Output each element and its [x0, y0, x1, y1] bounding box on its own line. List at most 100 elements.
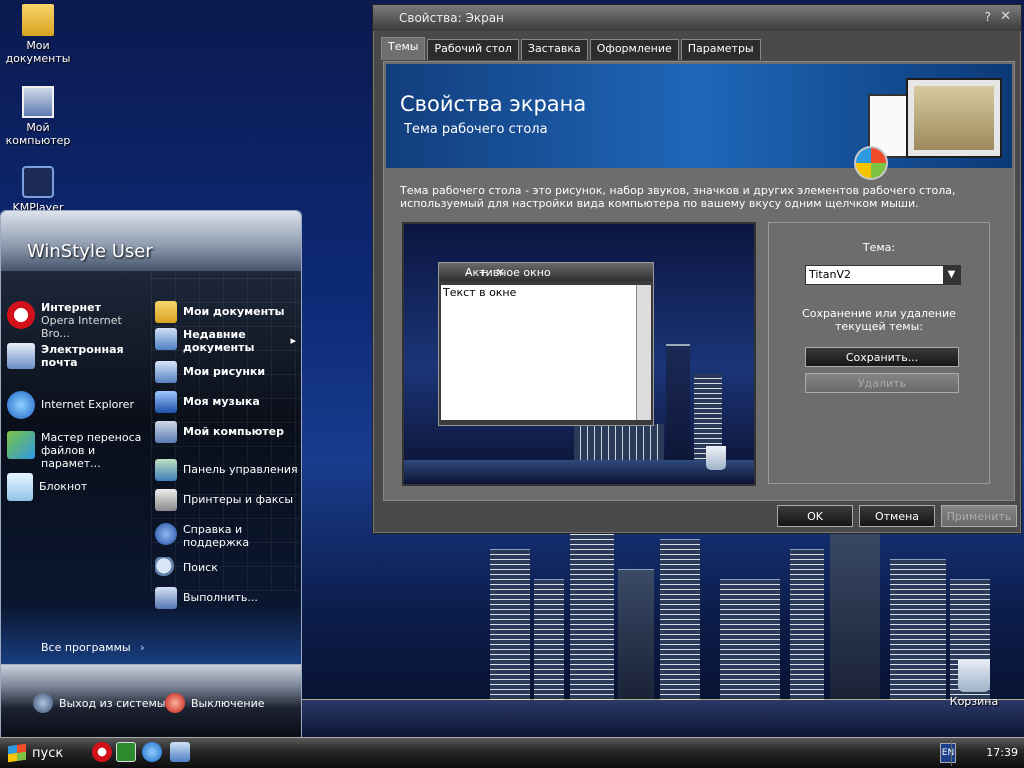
tab-desktop[interactable]: Рабочий стол [427, 39, 519, 60]
start-item-label: Справка и поддержка [183, 523, 250, 549]
start-item-my-music[interactable]: Моя музыка [155, 391, 260, 413]
preview-window-body: Текст в окне [441, 285, 636, 420]
chevron-down-icon: ▼ [943, 266, 960, 284]
logoff-button[interactable]: Выход из системы [33, 693, 165, 713]
start-button[interactable]: пуск [0, 740, 84, 766]
start-item-internet-explorer[interactable]: Internet Explorer [7, 391, 147, 419]
desktop-icon-label: Мой компьютер [5, 121, 71, 147]
folder-icon [155, 301, 177, 323]
delete-theme-button[interactable]: Удалить [805, 373, 959, 393]
search-icon [155, 557, 177, 579]
dialog-title: Свойства: Экран [399, 11, 504, 25]
theme-select[interactable]: TitanV2 ▼ [805, 265, 961, 285]
start-item-my-pictures[interactable]: Мои рисунки [155, 361, 265, 383]
control-panel-icon [155, 459, 177, 481]
start-item-run[interactable]: Выполнить... [155, 587, 258, 609]
windows-flag-icon [8, 743, 26, 763]
banner-subtitle: Тема рабочего стола [404, 122, 548, 137]
start-item-help[interactable]: Справка и поддержка [155, 523, 255, 549]
theme-preview: Активное окно –+✕ Текст в окне [402, 222, 756, 486]
close-icon[interactable]: ✕ [1000, 9, 1011, 24]
window-controls-icon: –+✕ [465, 266, 513, 279]
show-desktop-icon[interactable] [170, 742, 190, 762]
pictures-icon [155, 361, 177, 383]
desktop-icon-label: Мои документы [5, 39, 71, 65]
recycle-bin-icon [706, 446, 726, 470]
app-icon[interactable] [116, 742, 136, 762]
notepad-icon [7, 473, 33, 501]
recent-documents-icon [155, 328, 177, 350]
theme-description: Тема рабочего стола - это рисунок, набор… [400, 184, 956, 210]
start-menu-header: WinStyle User [1, 211, 301, 271]
logoff-label: Выход из системы [59, 696, 166, 710]
preview-scrollbar [636, 285, 651, 420]
dialog-titlebar[interactable]: Свойства: Экран ? ✕ [373, 5, 1021, 31]
start-item-email[interactable]: Электронная почта [7, 343, 137, 369]
taskbar: пуск EN 17:39 [0, 737, 1024, 768]
start-item-printers[interactable]: Принтеры и факсы [155, 489, 293, 511]
desktop-icon-kmplayer[interactable]: KMPlayer [0, 166, 76, 214]
start-item-label: Мои рисунки [183, 365, 266, 378]
start-item-label: Принтеры и факсы [183, 493, 294, 506]
start-item-transfer-wizard[interactable]: Мастер переноса файлов и парамет... [7, 431, 151, 470]
start-item-title: Интернет [41, 301, 101, 314]
monitor-icon [906, 78, 1002, 158]
start-item-search[interactable]: Поиск [155, 557, 218, 579]
start-item-label: Мои документы [183, 305, 285, 318]
start-item-my-computer[interactable]: Мой компьютер [155, 421, 284, 443]
start-item-subtitle: Opera Internet Bro... [41, 314, 122, 340]
ok-button[interactable]: OK [777, 505, 853, 527]
clock[interactable]: 17:39 [986, 746, 1018, 759]
display-properties-dialog: Свойства: Экран ? ✕ Темы Рабочий стол За… [372, 4, 1022, 534]
tab-themes[interactable]: Темы [381, 37, 426, 60]
music-icon [155, 391, 177, 413]
shutdown-label: Выключение [191, 696, 265, 710]
internet-explorer-icon [7, 391, 35, 419]
logoff-icon [33, 693, 53, 713]
recycle-bin-icon [958, 660, 990, 692]
tab-screensaver[interactable]: Заставка [520, 39, 588, 60]
start-item-control-panel[interactable]: Панель управления [155, 459, 298, 481]
dialog-tabs: Темы Рабочий стол Заставка Оформление Па… [381, 37, 761, 61]
start-item-notepad[interactable]: Блокнот [7, 473, 147, 501]
all-programs-button[interactable]: Все программы › [41, 641, 145, 654]
start-item-title: Мастер переноса файлов и парамет... [41, 431, 142, 470]
computer-icon [22, 86, 54, 118]
folder-icon [22, 4, 54, 36]
start-item-label: Мой компьютер [183, 425, 285, 438]
all-programs-label: Все программы [41, 641, 131, 654]
shutdown-button[interactable]: Выключение [165, 693, 265, 713]
internet-explorer-icon[interactable] [142, 742, 162, 762]
banner-title: Свойства экрана [400, 92, 587, 116]
run-icon [155, 587, 177, 609]
chevron-right-icon: ▸ [290, 334, 296, 347]
theme-label: Тема: [862, 241, 896, 254]
help-icon[interactable]: ? [985, 10, 991, 24]
start-item-my-documents[interactable]: Мои документы [155, 301, 285, 323]
email-icon [7, 343, 35, 369]
start-item-label: Поиск [183, 561, 218, 574]
desktop-icon-my-documents[interactable]: Мои документы [0, 4, 76, 65]
themes-banner: Свойства экрана Тема рабочего стола [386, 64, 1012, 180]
tab-settings[interactable]: Параметры [680, 39, 761, 60]
wallpaper-city [300, 520, 1024, 740]
start-item-title: Блокнот [39, 480, 88, 493]
opera-icon [7, 301, 35, 329]
start-menu-footer: Выход из системы Выключение [1, 664, 301, 737]
transfer-wizard-icon [7, 431, 35, 459]
printer-icon [155, 489, 177, 511]
start-item-recent-documents[interactable]: Недавние документы ▸ [155, 328, 296, 354]
tab-appearance[interactable]: Оформление [589, 39, 679, 60]
save-theme-button[interactable]: Сохранить... [805, 347, 959, 367]
apply-button[interactable]: Применить [941, 505, 1017, 527]
desktop-icon-recycle-bin[interactable]: Корзина [936, 660, 1012, 708]
cancel-button[interactable]: Отмена [859, 505, 935, 527]
opera-icon[interactable] [92, 742, 112, 762]
theme-select-value: TitanV2 [809, 268, 851, 281]
start-item-internet[interactable]: Интернет Opera Internet Bro... [7, 301, 151, 340]
desktop-icon-my-computer[interactable]: Мой компьютер [0, 86, 76, 147]
system-tray: 17:39 [951, 740, 1024, 766]
themes-panel: Свойства экрана Тема рабочего стола Тема… [383, 61, 1015, 501]
power-icon [165, 693, 185, 713]
preview-active-window: Активное окно –+✕ Текст в окне [438, 262, 654, 426]
